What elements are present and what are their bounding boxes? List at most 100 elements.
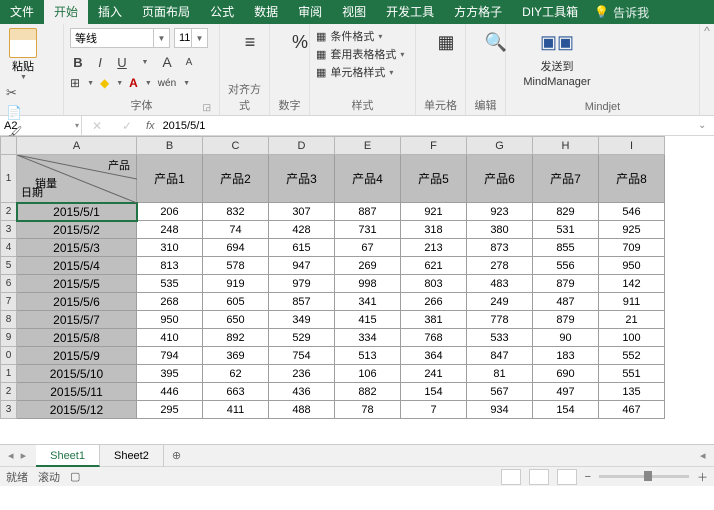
border-button[interactable]: ⊞ bbox=[70, 76, 80, 90]
data-cell[interactable]: 650 bbox=[203, 311, 269, 329]
sheet-tab-2[interactable]: Sheet2 bbox=[100, 445, 164, 467]
data-cell[interactable]: 663 bbox=[203, 383, 269, 401]
data-cell[interactable]: 709 bbox=[599, 239, 665, 257]
zoom-out-button[interactable]: − bbox=[585, 471, 591, 483]
date-cell[interactable]: 2015/5/12 bbox=[17, 401, 137, 419]
tab-diy[interactable]: DIY工具箱 bbox=[512, 0, 588, 24]
data-cell[interactable]: 415 bbox=[335, 311, 401, 329]
data-cell[interactable]: 813 bbox=[137, 257, 203, 275]
data-cell[interactable]: 513 bbox=[335, 347, 401, 365]
data-cell[interactable]: 428 bbox=[269, 221, 335, 239]
col-header[interactable]: H bbox=[533, 137, 599, 155]
data-cell[interactable]: 364 bbox=[401, 347, 467, 365]
data-cell[interactable]: 731 bbox=[335, 221, 401, 239]
data-cell[interactable]: 410 bbox=[137, 329, 203, 347]
data-cell[interactable]: 529 bbox=[269, 329, 335, 347]
data-cell[interactable]: 307 bbox=[269, 203, 335, 221]
data-cell[interactable]: 921 bbox=[401, 203, 467, 221]
data-cell[interactable]: 803 bbox=[401, 275, 467, 293]
data-cell[interactable]: 487 bbox=[533, 293, 599, 311]
paste-button[interactable]: 粘贴 ▼ bbox=[6, 28, 40, 81]
tell-me[interactable]: 💡告诉我 bbox=[594, 4, 649, 21]
data-cell[interactable]: 395 bbox=[137, 365, 203, 383]
fill-color-button[interactable]: ◆ bbox=[100, 76, 109, 90]
decrease-font-button[interactable]: A bbox=[181, 57, 197, 68]
font-color-button[interactable]: A bbox=[129, 76, 138, 90]
data-cell[interactable]: 847 bbox=[467, 347, 533, 365]
data-cell[interactable]: 879 bbox=[533, 275, 599, 293]
tab-review[interactable]: 审阅 bbox=[288, 0, 332, 24]
row-header[interactable]: 9 bbox=[1, 329, 17, 347]
data-cell[interactable]: 690 bbox=[533, 365, 599, 383]
tab-view[interactable]: 视图 bbox=[332, 0, 376, 24]
data-cell[interactable]: 7 bbox=[401, 401, 467, 419]
tab-formulas[interactable]: 公式 bbox=[200, 0, 244, 24]
expand-formula-icon[interactable]: ⌄ bbox=[698, 120, 714, 131]
col-header[interactable]: G bbox=[467, 137, 533, 155]
data-cell[interactable]: 567 bbox=[467, 383, 533, 401]
data-cell[interactable]: 621 bbox=[401, 257, 467, 275]
data-cell[interactable]: 248 bbox=[137, 221, 203, 239]
data-cell[interactable]: 925 bbox=[599, 221, 665, 239]
data-cell[interactable]: 615 bbox=[269, 239, 335, 257]
data-cell[interactable]: 552 bbox=[599, 347, 665, 365]
data-cell[interactable]: 341 bbox=[335, 293, 401, 311]
data-cell[interactable]: 81 bbox=[467, 365, 533, 383]
data-cell[interactable]: 236 bbox=[269, 365, 335, 383]
view-normal-button[interactable] bbox=[501, 469, 521, 485]
date-cell[interactable]: 2015/5/6 bbox=[17, 293, 137, 311]
data-cell[interactable]: 67 bbox=[335, 239, 401, 257]
font-name-select[interactable]: 等线▼ bbox=[70, 28, 170, 48]
product-header[interactable]: 产品3 bbox=[269, 155, 335, 203]
data-cell[interactable]: 334 bbox=[335, 329, 401, 347]
date-cell[interactable]: 2015/5/5 bbox=[17, 275, 137, 293]
date-cell[interactable]: 2015/5/4 bbox=[17, 257, 137, 275]
data-cell[interactable]: 950 bbox=[599, 257, 665, 275]
data-cell[interactable]: 882 bbox=[335, 383, 401, 401]
sheet-nav-buttons[interactable]: ◂ ▸ bbox=[0, 449, 36, 462]
data-cell[interactable]: 106 bbox=[335, 365, 401, 383]
data-cell[interactable]: 183 bbox=[533, 347, 599, 365]
ribbon-collapse-button[interactable]: ^ bbox=[700, 24, 714, 115]
tab-page-layout[interactable]: 页面布局 bbox=[132, 0, 200, 24]
data-cell[interactable]: 135 bbox=[599, 383, 665, 401]
date-cell[interactable]: 2015/5/2 bbox=[17, 221, 137, 239]
data-cell[interactable]: 90 bbox=[533, 329, 599, 347]
date-cell[interactable]: 2015/5/8 bbox=[17, 329, 137, 347]
data-cell[interactable]: 873 bbox=[467, 239, 533, 257]
col-header[interactable]: F bbox=[401, 137, 467, 155]
add-sheet-button[interactable]: ⊕ bbox=[164, 449, 189, 462]
col-header[interactable]: E bbox=[335, 137, 401, 155]
diagonal-header-cell[interactable]: 产品销量日期 bbox=[17, 155, 137, 203]
data-cell[interactable]: 832 bbox=[203, 203, 269, 221]
row-header[interactable]: 1 bbox=[1, 365, 17, 383]
col-header[interactable]: C bbox=[203, 137, 269, 155]
data-cell[interactable]: 556 bbox=[533, 257, 599, 275]
row-header[interactable]: 0 bbox=[1, 347, 17, 365]
conditional-format-button[interactable]: ▦条件格式▾ bbox=[316, 28, 409, 44]
data-cell[interactable]: 947 bbox=[269, 257, 335, 275]
increase-font-button[interactable]: A bbox=[159, 54, 175, 70]
data-cell[interactable]: 295 bbox=[137, 401, 203, 419]
zoom-slider[interactable] bbox=[599, 475, 689, 478]
data-cell[interactable]: 21 bbox=[599, 311, 665, 329]
tab-file[interactable]: 文件 bbox=[0, 0, 44, 24]
phonetic-button[interactable]: wén bbox=[158, 78, 176, 89]
date-cell[interactable]: 2015/5/10 bbox=[17, 365, 137, 383]
product-header[interactable]: 产品4 bbox=[335, 155, 401, 203]
data-cell[interactable]: 206 bbox=[137, 203, 203, 221]
data-cell[interactable]: 154 bbox=[533, 401, 599, 419]
product-header[interactable]: 产品7 bbox=[533, 155, 599, 203]
data-cell[interactable]: 531 bbox=[533, 221, 599, 239]
data-cell[interactable]: 879 bbox=[533, 311, 599, 329]
data-cell[interactable]: 535 bbox=[137, 275, 203, 293]
cell-styles-button[interactable]: ▦单元格样式▾ bbox=[316, 64, 409, 80]
row-header[interactable]: 7 bbox=[1, 293, 17, 311]
tab-developer[interactable]: 开发工具 bbox=[376, 0, 444, 24]
sheet-tab-1[interactable]: Sheet1 bbox=[36, 445, 100, 467]
row-header[interactable]: 5 bbox=[1, 257, 17, 275]
row-header[interactable]: 6 bbox=[1, 275, 17, 293]
fx-icon[interactable]: fx bbox=[142, 120, 159, 132]
data-cell[interactable]: 467 bbox=[599, 401, 665, 419]
bold-button[interactable]: B bbox=[70, 55, 86, 70]
